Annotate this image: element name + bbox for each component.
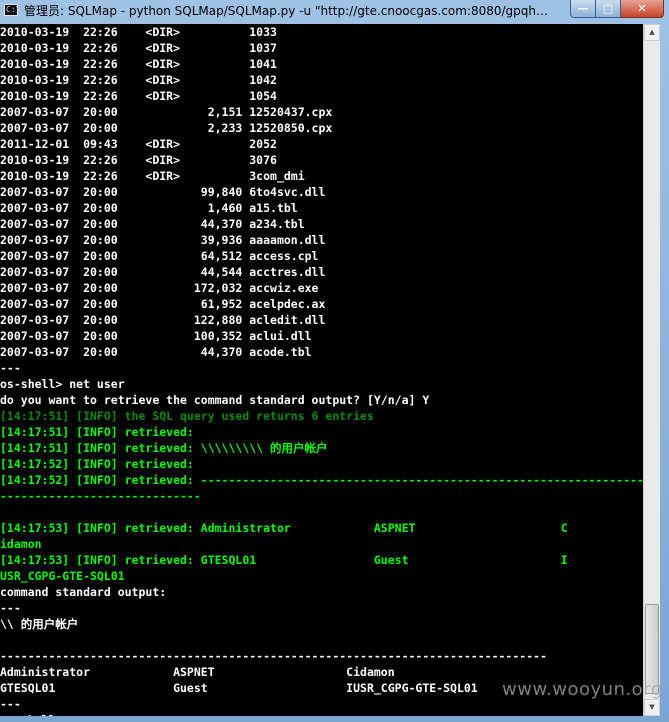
console-line: 2010-03-19 22:26 <DIR> 3076 [0, 153, 277, 167]
console-line: --- [0, 697, 21, 711]
vertical-scrollbar[interactable]: ▲ ▼ [643, 24, 660, 716]
console-line: \\ 的用户帐户 [0, 617, 79, 631]
console-line: 2007-03-07 20:00 61,952 acelpdec.ax [0, 297, 326, 311]
console-line: 2007-03-07 20:00 64,512 access.cpl [0, 249, 319, 263]
console-line: [14:17:52] [INFO] retrieved: [0, 457, 194, 471]
console-line: do you want to retrieve the command stan… [0, 393, 430, 407]
console-line: 2010-03-19 22:26 <DIR> 1033 [0, 25, 277, 39]
console-line: --- [0, 601, 21, 615]
console-line: ----------------------------------------… [0, 649, 547, 663]
console-line: os-shell> net user [0, 377, 125, 391]
window-title: 管理员: SQLMap - python SQLMap/SQLMap.py -u… [24, 4, 554, 18]
console-line: 2011-12-01 09:43 <DIR> 2052 [0, 137, 277, 151]
console-line: [14:17:52] [INFO] retrieved: -----------… [0, 473, 643, 487]
console-line: 2007-03-07 20:00 99,840 6to4svc.dll [0, 185, 326, 199]
console-line: [14:17:51] [INFO] retrieved: [0, 425, 194, 439]
console-line: --- [0, 361, 21, 375]
console-line: 2007-03-07 20:00 39,936 aaaamon.dll [0, 233, 326, 247]
console-line: USR_CGPG-GTE-SQL01 [0, 569, 125, 583]
console-line: 2007-03-07 20:00 1,460 a15.tbl [0, 201, 298, 215]
title-bar[interactable]: C:\ 管理员: SQLMap - python SQLMap/SQLMap.p… [0, 0, 669, 22]
console-line: 2007-03-07 20:00 100,352 aclui.dll [0, 329, 312, 343]
console-line: 2007-03-07 20:00 172,032 accwiz.exe [0, 281, 319, 295]
console-window: C:\ 管理员: SQLMap - python SQLMap/SQLMap.p… [0, 0, 669, 722]
console-line: GTESQL01 Guest IUSR_CGPG-GTE-SQL01 [0, 681, 478, 695]
console-line: 2010-03-19 22:26 <DIR> 1054 [0, 89, 277, 103]
console-line: os-shell> [0, 712, 643, 716]
console-line: 2007-03-07 20:00 44,370 acode.tbl [0, 345, 312, 359]
scroll-down-icon[interactable]: ▼ [644, 699, 660, 716]
console-line: 2007-03-07 20:00 44,370 a234.tbl [0, 217, 305, 231]
console-line: [14:17:51] [INFO] retrieved: \\\\\\\\\ 的… [0, 441, 328, 455]
console-line: Administrator ASPNET Cidamon [0, 665, 395, 679]
console-line: 2010-03-19 22:26 <DIR> 3com_dmi [0, 169, 305, 183]
console-line: [14:17:53] [INFO] retrieved: Administrat… [0, 521, 568, 535]
scroll-thumb[interactable] [645, 604, 659, 694]
console-line: 2007-03-07 20:00 122,880 acledit.dll [0, 313, 326, 327]
console-output[interactable]: 2010-03-19 22:26 <DIR> 1033 2010-03-19 22… [0, 24, 643, 716]
console-line: idamon [0, 537, 42, 551]
console-line: [14:17:53] [INFO] retrieved: GTESQL01 Gu… [0, 553, 568, 567]
console-line: 2007-03-07 20:00 2,233 12520850.cpx [0, 121, 333, 135]
window-controls: — □ ✕ [570, 0, 664, 19]
cmd-icon[interactable]: C:\ [4, 4, 20, 16]
console-line: 2010-03-19 22:26 <DIR> 1041 [0, 57, 277, 71]
console-line: command standard output: [0, 585, 167, 599]
console-line: 2007-03-07 20:00 44,544 acctres.dll [0, 265, 326, 279]
console-line: 2010-03-19 22:26 <DIR> 1037 [0, 41, 277, 55]
console-line: 2007-03-07 20:00 2,151 12520437.cpx [0, 105, 333, 119]
close-button[interactable]: ✕ [621, 0, 664, 18]
console-line: ----------------------------- [0, 489, 201, 503]
console-line: [14:17:51] [INFO] the SQL query used ret… [0, 409, 374, 423]
scroll-up-icon[interactable]: ▲ [644, 24, 660, 41]
maximize-button[interactable]: □ [596, 0, 621, 18]
minimize-button[interactable]: — [570, 0, 596, 18]
console-line: 2010-03-19 22:26 <DIR> 1042 [0, 73, 277, 87]
